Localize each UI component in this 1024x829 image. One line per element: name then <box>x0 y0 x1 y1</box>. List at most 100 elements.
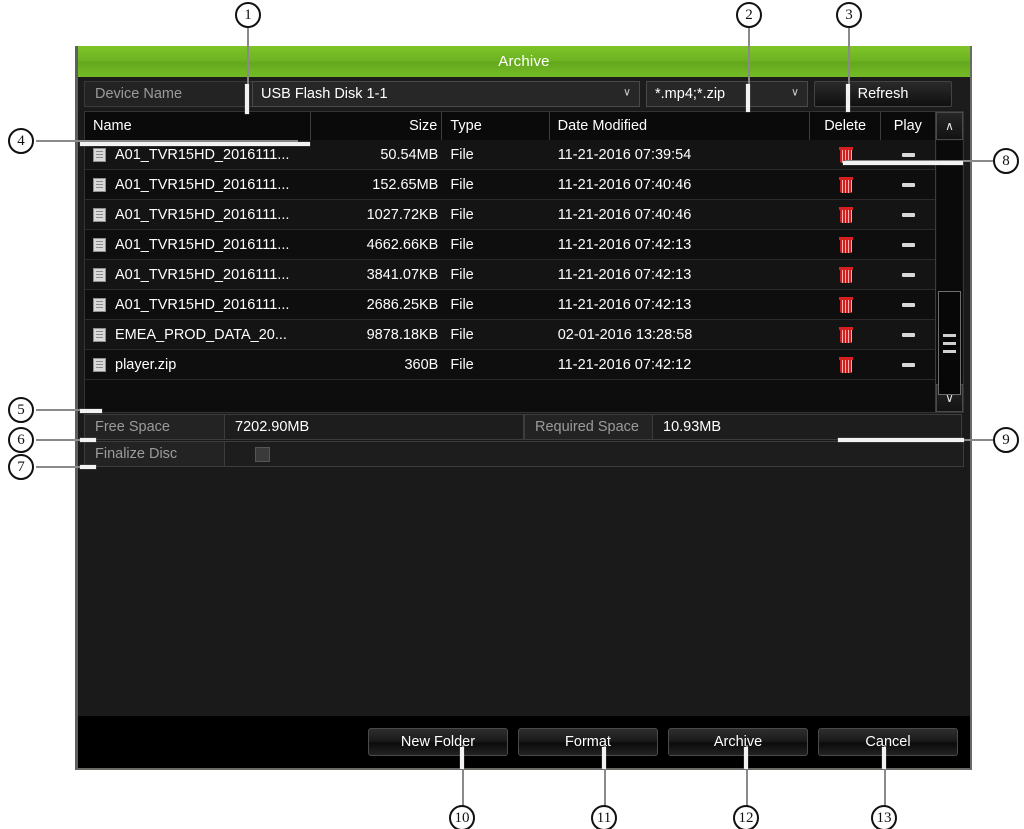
cell-file-size: 360B <box>404 356 439 373</box>
vertical-scrollbar[interactable]: ∧ ∨ <box>935 112 963 412</box>
cancel-button[interactable]: Cancel <box>818 728 958 756</box>
file-icon[interactable] <box>93 237 106 252</box>
leader-highlight-1 <box>245 84 249 114</box>
table-body: A01_TVR15HD_2016111... 50.54MB File 11-21-2… <box>85 140 963 380</box>
cell-date-modified: 11-21-2016 07:42:13 <box>557 266 692 283</box>
trash-icon[interactable] <box>838 296 853 313</box>
cell-delete <box>811 350 881 379</box>
play-dash-icon[interactable] <box>901 242 915 247</box>
cell-file-type: File <box>450 176 474 193</box>
play-dash-icon[interactable] <box>901 182 915 187</box>
scrollbar-thumb[interactable] <box>938 291 961 395</box>
file-icon[interactable] <box>93 207 106 222</box>
column-header-type[interactable]: Type <box>442 112 550 140</box>
required-space-value: 10.93MB <box>652 414 962 440</box>
file-name-text: A01_TVR15HD_2016111... <box>115 296 290 313</box>
cell-file-size: 4662.66KB <box>366 236 439 253</box>
dialog-footer: New Folder Format Archive Cancel <box>78 716 970 768</box>
table-header: Name Size Type Date Modified Delete Play <box>85 112 963 140</box>
cell-file-size: 152.65MB <box>372 176 439 193</box>
new-folder-button[interactable]: New Folder <box>368 728 508 756</box>
file-icon[interactable] <box>93 297 106 312</box>
column-header-date-modified[interactable]: Date Modified <box>550 112 811 140</box>
play-dash-icon[interactable] <box>901 302 915 307</box>
screenshot-root: Archive Device Name USB Flash Disk 1-1 ∨… <box>0 0 1024 829</box>
table-header-row: Name Size Type Date Modified Delete Play <box>85 112 963 140</box>
finalize-disc-checkbox[interactable] <box>255 446 270 462</box>
archive-button[interactable]: Archive <box>668 728 808 756</box>
table-row[interactable]: A01_TVR15HD_2016111... 2686.25KB File 11-21… <box>85 290 963 320</box>
cell-date-modified: 11-21-2016 07:40:46 <box>557 206 692 223</box>
file-name-text: A01_TVR15HD_2016111... <box>115 236 290 253</box>
leader-highlight-8 <box>843 161 963 165</box>
scroll-up-button[interactable]: ∧ <box>936 112 963 140</box>
archive-dialog: Archive Device Name USB Flash Disk 1-1 ∨… <box>75 46 972 770</box>
cell-file-type: File <box>450 146 474 163</box>
callout-6: 6 <box>8 427 34 453</box>
leader-highlight-12 <box>744 747 748 769</box>
scrollbar-track[interactable] <box>937 141 962 395</box>
cell-date-modified: 11-21-2016 07:42:13 <box>557 236 692 253</box>
callout-1: 1 <box>235 2 261 28</box>
play-dash-icon[interactable] <box>901 332 915 337</box>
cell-file-type: File <box>450 266 474 283</box>
device-name-select[interactable]: USB Flash Disk 1-1 ∨ <box>252 81 640 107</box>
trash-icon[interactable] <box>838 266 853 283</box>
device-name-label: Device Name <box>84 81 252 107</box>
cell-file-type: File <box>450 356 474 373</box>
play-dash-icon[interactable] <box>901 212 915 217</box>
file-icon[interactable] <box>93 177 106 192</box>
play-dash-icon[interactable] <box>901 362 915 367</box>
space-row: Free Space 7202.90MB Required Space 10.9… <box>84 414 964 440</box>
leader-highlight-9 <box>838 438 964 442</box>
trash-icon[interactable] <box>838 356 853 373</box>
play-dash-icon[interactable] <box>901 272 915 277</box>
leader-highlight-2 <box>746 84 750 112</box>
device-toolbar: Device Name USB Flash Disk 1-1 ∨ *.mp4;*… <box>78 77 970 109</box>
file-type-filter-select[interactable]: *.mp4;*.zip ∨ <box>646 81 808 107</box>
leader-highlight-5 <box>80 409 102 413</box>
finalize-disc-label: Finalize Disc <box>84 441 224 467</box>
trash-icon[interactable] <box>838 326 853 343</box>
grip-line <box>943 341 956 345</box>
table-row[interactable]: player.zip 360B File 11-21-2016 07:42:12 <box>85 350 963 380</box>
cell-date-modified: 11-21-2016 07:42:13 <box>557 296 692 313</box>
cell-file-name: EMEA_PROD_DATA_20... <box>85 320 311 349</box>
cell-file-type: File <box>450 296 474 313</box>
space-info-section: Free Space 7202.90MB Required Space 10.9… <box>84 414 964 467</box>
column-header-name[interactable]: Name <box>85 112 311 140</box>
device-name-value: USB Flash Disk 1-1 <box>261 86 388 102</box>
cell-file-name: player.zip <box>85 350 311 379</box>
file-name-text: A01_TVR15HD_2016111... <box>115 206 290 223</box>
format-button[interactable]: Format <box>518 728 658 756</box>
callout-10: 10 <box>449 805 475 829</box>
trash-icon[interactable] <box>838 206 853 223</box>
trash-icon[interactable] <box>838 176 853 193</box>
cell-delete <box>811 320 881 349</box>
play-dash-icon[interactable] <box>901 152 915 157</box>
table-row[interactable]: A01_TVR15HD_2016111... 152.65MB File 11-21-… <box>85 170 963 200</box>
grip-line <box>943 349 956 353</box>
cell-file-name: A01_TVR15HD_2016111... <box>85 260 311 289</box>
file-icon[interactable] <box>93 267 106 282</box>
table-row[interactable]: A01_TVR15HD_2016111... 1027.72KB File 11-21… <box>85 200 963 230</box>
leader-highlight-6 <box>80 438 96 442</box>
file-icon[interactable] <box>93 147 106 162</box>
column-header-size[interactable]: Size <box>311 112 443 140</box>
callout-13: 13 <box>871 805 897 829</box>
cell-date-modified: 02-01-2016 13:28:58 <box>557 326 693 343</box>
refresh-button[interactable]: Refresh <box>814 81 952 107</box>
table-row[interactable]: A01_TVR15HD_2016111... 3841.07KB File 11-21… <box>85 260 963 290</box>
leader-highlight-10 <box>460 747 464 769</box>
cell-file-size: 1027.72KB <box>366 206 439 223</box>
file-icon[interactable] <box>93 357 106 372</box>
chevron-down-icon: ∨ <box>622 86 631 99</box>
trash-icon[interactable] <box>838 236 853 253</box>
table-row[interactable]: A01_TVR15HD_2016111... 4662.66KB File 11-21… <box>85 230 963 260</box>
file-type-filter-value: *.mp4;*.zip <box>655 86 726 102</box>
table-row[interactable]: EMEA_PROD_DATA_20... 9878.18KB File 02-01-2… <box>85 320 963 350</box>
cell-file-name: A01_TVR15HD_2016111... <box>85 290 311 319</box>
file-name-text: A01_TVR15HD_2016111... <box>115 176 290 193</box>
file-icon[interactable] <box>93 327 106 342</box>
column-header-delete: Delete <box>810 112 881 140</box>
